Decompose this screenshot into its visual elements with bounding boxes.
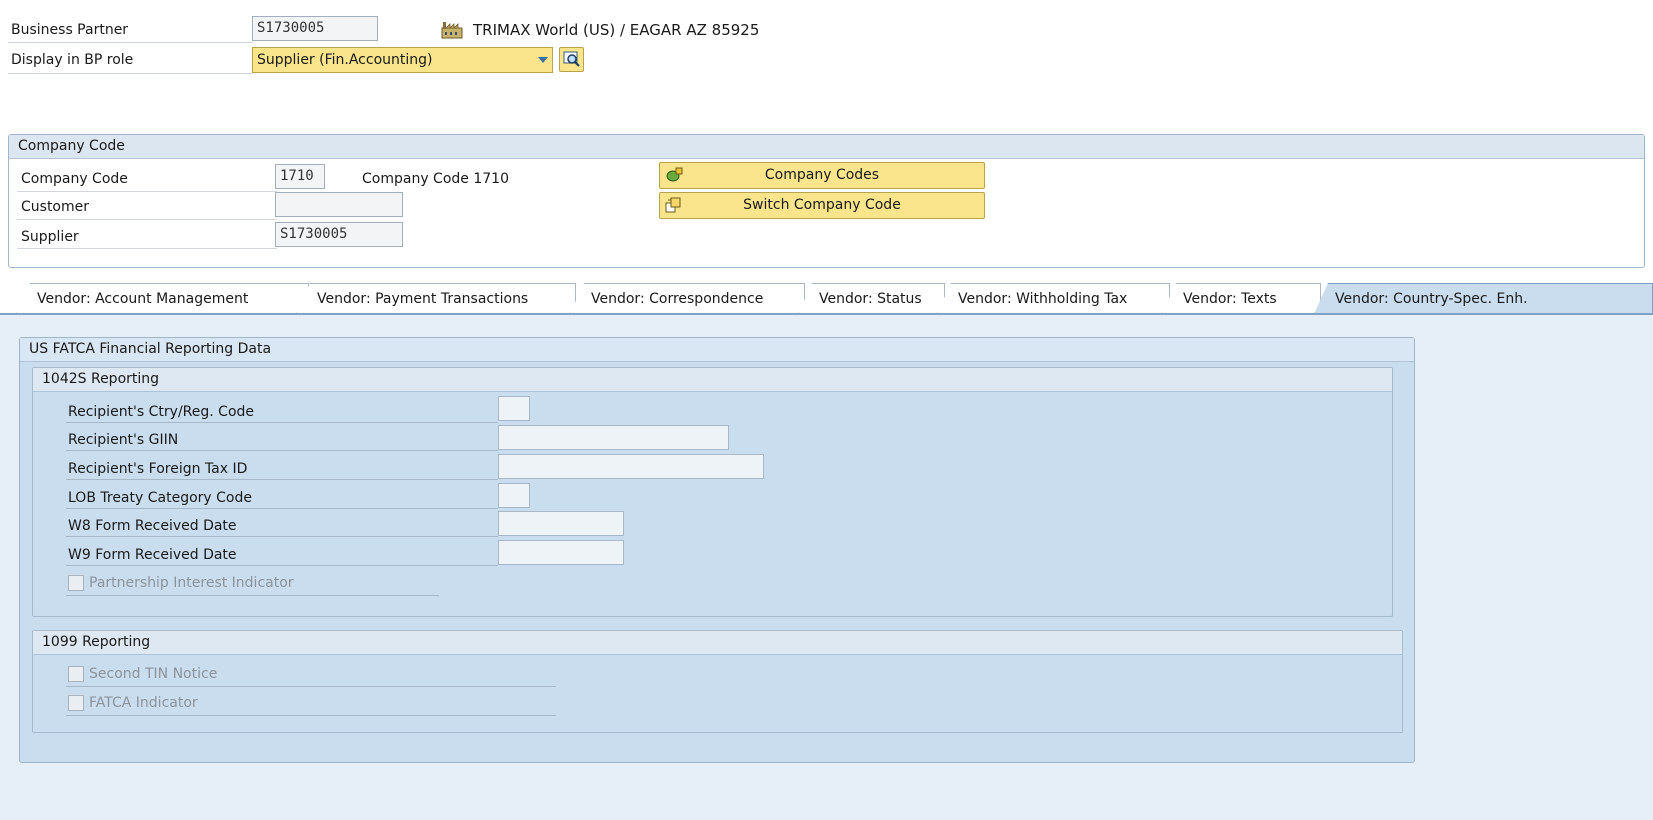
switch-icon xyxy=(665,197,681,213)
supplier-field[interactable]: S1730005 xyxy=(275,222,403,247)
supplier-label: Supplier xyxy=(21,229,79,245)
bp-description: TRIMAX World (US) / EAGAR AZ 85925 xyxy=(473,21,760,39)
fatca-panel: US FATCA Financial Reporting Data 1042S … xyxy=(19,337,1415,763)
section-1042s-title: 1042S Reporting xyxy=(33,368,1392,392)
tab-content: US FATCA Financial Reporting Data 1042S … xyxy=(0,315,1653,820)
tab-country-spec-enh[interactable]: Vendor: Country-Spec. Enh. xyxy=(1314,283,1653,314)
second-tin-notice-label: Second TIN Notice xyxy=(89,666,218,682)
lob-treaty-field[interactable] xyxy=(498,483,530,508)
tab-texts[interactable]: Vendor: Texts xyxy=(1162,283,1321,314)
tab-withholding-tax[interactable]: Vendor: Withholding Tax xyxy=(937,283,1170,314)
w9-date-label: W9 Form Received Date xyxy=(68,547,237,563)
factory-icon xyxy=(441,21,463,39)
company-code-group: Company Code Company Code 1710 Company C… xyxy=(8,134,1645,268)
fatca-indicator-label: FATCA Indicator xyxy=(89,695,198,711)
chevron-down-icon[interactable] xyxy=(538,57,548,63)
section-1099: 1099 Reporting Second TIN Notice FATCA I… xyxy=(32,630,1403,733)
tab-strip: Vendor: Account Management Vendor: Payme… xyxy=(0,283,1653,314)
section-1042s: 1042S Reporting Recipient's Ctry/Reg. Co… xyxy=(32,367,1393,617)
company-code-field[interactable]: 1710 xyxy=(275,164,325,189)
company-codes-button[interactable]: Company Codes xyxy=(659,162,985,189)
bp-role-value: Supplier (Fin.Accounting) xyxy=(257,52,433,68)
w8-date-field[interactable] xyxy=(498,511,624,536)
customer-label: Customer xyxy=(21,199,90,215)
switch-company-code-button[interactable]: Switch Company Code xyxy=(659,192,985,219)
company-codes-icon xyxy=(665,167,683,183)
partnership-interest-checkbox[interactable] xyxy=(68,575,84,591)
section-1099-title: 1099 Reporting xyxy=(33,631,1402,655)
lob-treaty-label: LOB Treaty Category Code xyxy=(68,490,252,506)
foreign-tax-id-field[interactable] xyxy=(498,454,764,479)
fatca-indicator-checkbox[interactable] xyxy=(68,695,84,711)
tab-payment-transactions[interactable]: Vendor: Payment Transactions xyxy=(296,283,576,314)
foreign-tax-id-label: Recipient's Foreign Tax ID xyxy=(68,461,248,477)
ctry-reg-code-label: Recipient's Ctry/Reg. Code xyxy=(68,404,255,420)
giin-field[interactable] xyxy=(498,425,729,450)
w8-date-label: W8 Form Received Date xyxy=(68,518,237,534)
magnifier-icon xyxy=(563,51,581,73)
giin-label: Recipient's GIIN xyxy=(68,432,179,448)
company-code-label: Company Code xyxy=(21,171,128,187)
ctry-reg-code-field[interactable] xyxy=(498,396,530,421)
second-tin-notice-checkbox[interactable] xyxy=(68,666,84,682)
bp-label: Business Partner xyxy=(11,22,129,38)
tab-account-management[interactable]: Vendor: Account Management xyxy=(16,283,309,314)
tab-status[interactable]: Vendor: Status xyxy=(798,283,945,314)
company-codes-label: Company Codes xyxy=(764,167,880,183)
w9-date-field[interactable] xyxy=(498,540,624,565)
group-title: Company Code xyxy=(9,135,1644,159)
partnership-interest-label: Partnership Interest Indicator xyxy=(89,575,294,591)
bp-role-dropdown[interactable]: Supplier (Fin.Accounting) xyxy=(252,47,553,73)
display-role-button[interactable] xyxy=(559,47,584,72)
switch-company-code-label: Switch Company Code xyxy=(743,197,901,213)
company-code-description: Company Code 1710 xyxy=(362,171,509,187)
tab-correspondence[interactable]: Vendor: Correspondence xyxy=(570,283,805,314)
customer-field[interactable] xyxy=(275,192,403,217)
fatca-title: US FATCA Financial Reporting Data xyxy=(20,338,1414,362)
role-label: Display in BP role xyxy=(11,52,134,68)
bp-field[interactable]: S1730005 xyxy=(252,16,378,41)
